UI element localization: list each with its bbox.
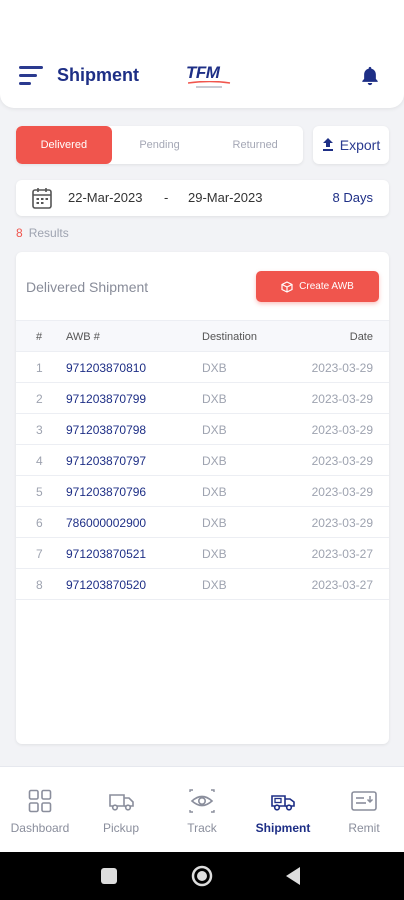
grid-icon — [28, 789, 52, 813]
start-date: 22-Mar-2023 — [68, 190, 143, 205]
table-row[interactable]: 2 971203870799 DXB 2023-03-29 — [16, 383, 389, 414]
bottom-navigation: Dashboard Pickup Track Shipment Remit — [0, 766, 404, 852]
awb-link[interactable]: 786000002900 — [66, 516, 146, 530]
table-row[interactable]: 4 971203870797 DXB 2023-03-29 — [16, 445, 389, 476]
nav-pickup-label: Pickup — [102, 821, 140, 835]
row-date: 2023-03-27 — [311, 547, 373, 561]
export-label: Export — [339, 137, 381, 153]
awb-link[interactable]: 971203870797 — [66, 454, 146, 468]
row-number: 5 — [36, 485, 43, 499]
remit-icon — [351, 791, 377, 811]
delivery-truck-icon — [271, 795, 295, 811]
nav-dashboard[interactable]: Dashboard — [0, 767, 80, 853]
logo-underline-icon — [188, 81, 231, 88]
row-date: 2023-03-29 — [311, 392, 373, 406]
system-nav-buttons — [101, 865, 300, 887]
app-header: Shipment TFM — [0, 0, 404, 108]
date-separator: - — [164, 190, 169, 205]
row-number: 1 — [36, 361, 43, 375]
logo-text: TFM — [186, 63, 220, 82]
row-number: 7 — [36, 547, 43, 561]
card-title: Delivered Shipment — [26, 279, 149, 295]
calendar-icon — [32, 188, 52, 209]
tab-pending[interactable]: Pending — [112, 126, 208, 164]
col-date: Date — [349, 331, 373, 343]
row-number: 6 — [36, 516, 43, 530]
back-icon[interactable] — [286, 867, 300, 885]
awb-link[interactable]: 971203870798 — [66, 423, 146, 437]
nav-shipment-label: Shipment — [255, 821, 311, 835]
row-number: 3 — [36, 423, 43, 437]
row-number: 8 — [36, 578, 43, 592]
nav-shipment[interactable]: Shipment — [243, 767, 323, 853]
truck-icon — [109, 794, 134, 811]
awb-link[interactable]: 971203870799 — [66, 392, 146, 406]
col-awb: AWB # — [66, 331, 100, 343]
page-title: Shipment — [57, 65, 140, 85]
row-destination: DXB — [202, 423, 227, 437]
days-count: 8 Days — [332, 190, 373, 205]
shipment-card: Delivered Shipment Create AWB # AWB # De… — [16, 252, 389, 744]
row-date: 2023-03-29 — [311, 516, 373, 530]
nav-track[interactable]: Track — [162, 767, 242, 853]
row-destination: DXB — [202, 361, 227, 375]
bell-icon[interactable] — [359, 64, 381, 88]
table-row[interactable]: 3 971203870798 DXB 2023-03-29 — [16, 414, 389, 445]
row-destination: DXB — [202, 392, 227, 406]
eye-icon — [189, 789, 215, 813]
row-date: 2023-03-29 — [311, 423, 373, 437]
awb-link[interactable]: 971203870796 — [66, 485, 146, 499]
create-awb-label: Create AWB — [299, 281, 354, 292]
nav-track-label: Track — [187, 821, 217, 835]
row-date: 2023-03-29 — [311, 361, 373, 375]
nav-pickup[interactable]: Pickup — [81, 767, 161, 853]
table-row[interactable]: 1 971203870810 DXB 2023-03-29 — [16, 352, 389, 383]
row-destination: DXB — [202, 578, 227, 592]
end-date: 29-Mar-2023 — [188, 190, 263, 205]
tab-returned[interactable]: Returned — [207, 126, 303, 164]
row-date: 2023-03-29 — [311, 454, 373, 468]
row-destination: DXB — [202, 547, 227, 561]
menu-icon[interactable] — [19, 66, 45, 86]
table-row[interactable]: 6 786000002900 DXB 2023-03-29 — [16, 507, 389, 538]
export-button[interactable]: Export — [313, 126, 389, 164]
awb-link[interactable]: 971203870520 — [66, 578, 146, 592]
row-date: 2023-03-27 — [311, 578, 373, 592]
row-number: 2 — [36, 392, 43, 406]
box-icon — [281, 280, 293, 293]
table-row[interactable]: 5 971203870796 DXB 2023-03-29 — [16, 476, 389, 507]
system-nav-bar — [0, 852, 404, 900]
row-destination: DXB — [202, 516, 227, 530]
create-awb-button[interactable]: Create AWB — [256, 271, 379, 302]
results-label: Results — [28, 226, 69, 240]
col-number: # — [36, 331, 43, 343]
tab-delivered[interactable]: Delivered — [16, 126, 112, 164]
awb-link[interactable]: 971203870810 — [66, 361, 146, 375]
recent-apps-icon[interactable] — [101, 868, 117, 884]
results-count: 8 Results — [16, 226, 69, 240]
results-number: 8 — [16, 226, 23, 240]
row-destination: DXB — [202, 454, 227, 468]
row-destination: DXB — [202, 485, 227, 499]
table-header: # AWB # Destination Date — [16, 320, 389, 352]
nav-remit-label: Remit — [348, 821, 380, 835]
row-date: 2023-03-29 — [311, 485, 373, 499]
table-row[interactable]: 7 971203870521 DXB 2023-03-27 — [16, 538, 389, 569]
upload-icon — [322, 138, 333, 151]
nav-remit[interactable]: Remit — [324, 767, 404, 853]
date-range-picker[interactable]: 22-Mar-2023 - 29-Mar-2023 8 Days — [16, 180, 389, 216]
status-tabs: Delivered Pending Returned — [16, 126, 303, 164]
awb-link[interactable]: 971203870521 — [66, 547, 146, 561]
nav-dashboard-label: Dashboard — [10, 821, 70, 835]
row-number: 4 — [36, 454, 43, 468]
col-destination: Destination — [202, 331, 258, 343]
logo: TFM — [186, 63, 231, 91]
table-row[interactable]: 8 971203870520 DXB 2023-03-27 — [16, 569, 389, 600]
